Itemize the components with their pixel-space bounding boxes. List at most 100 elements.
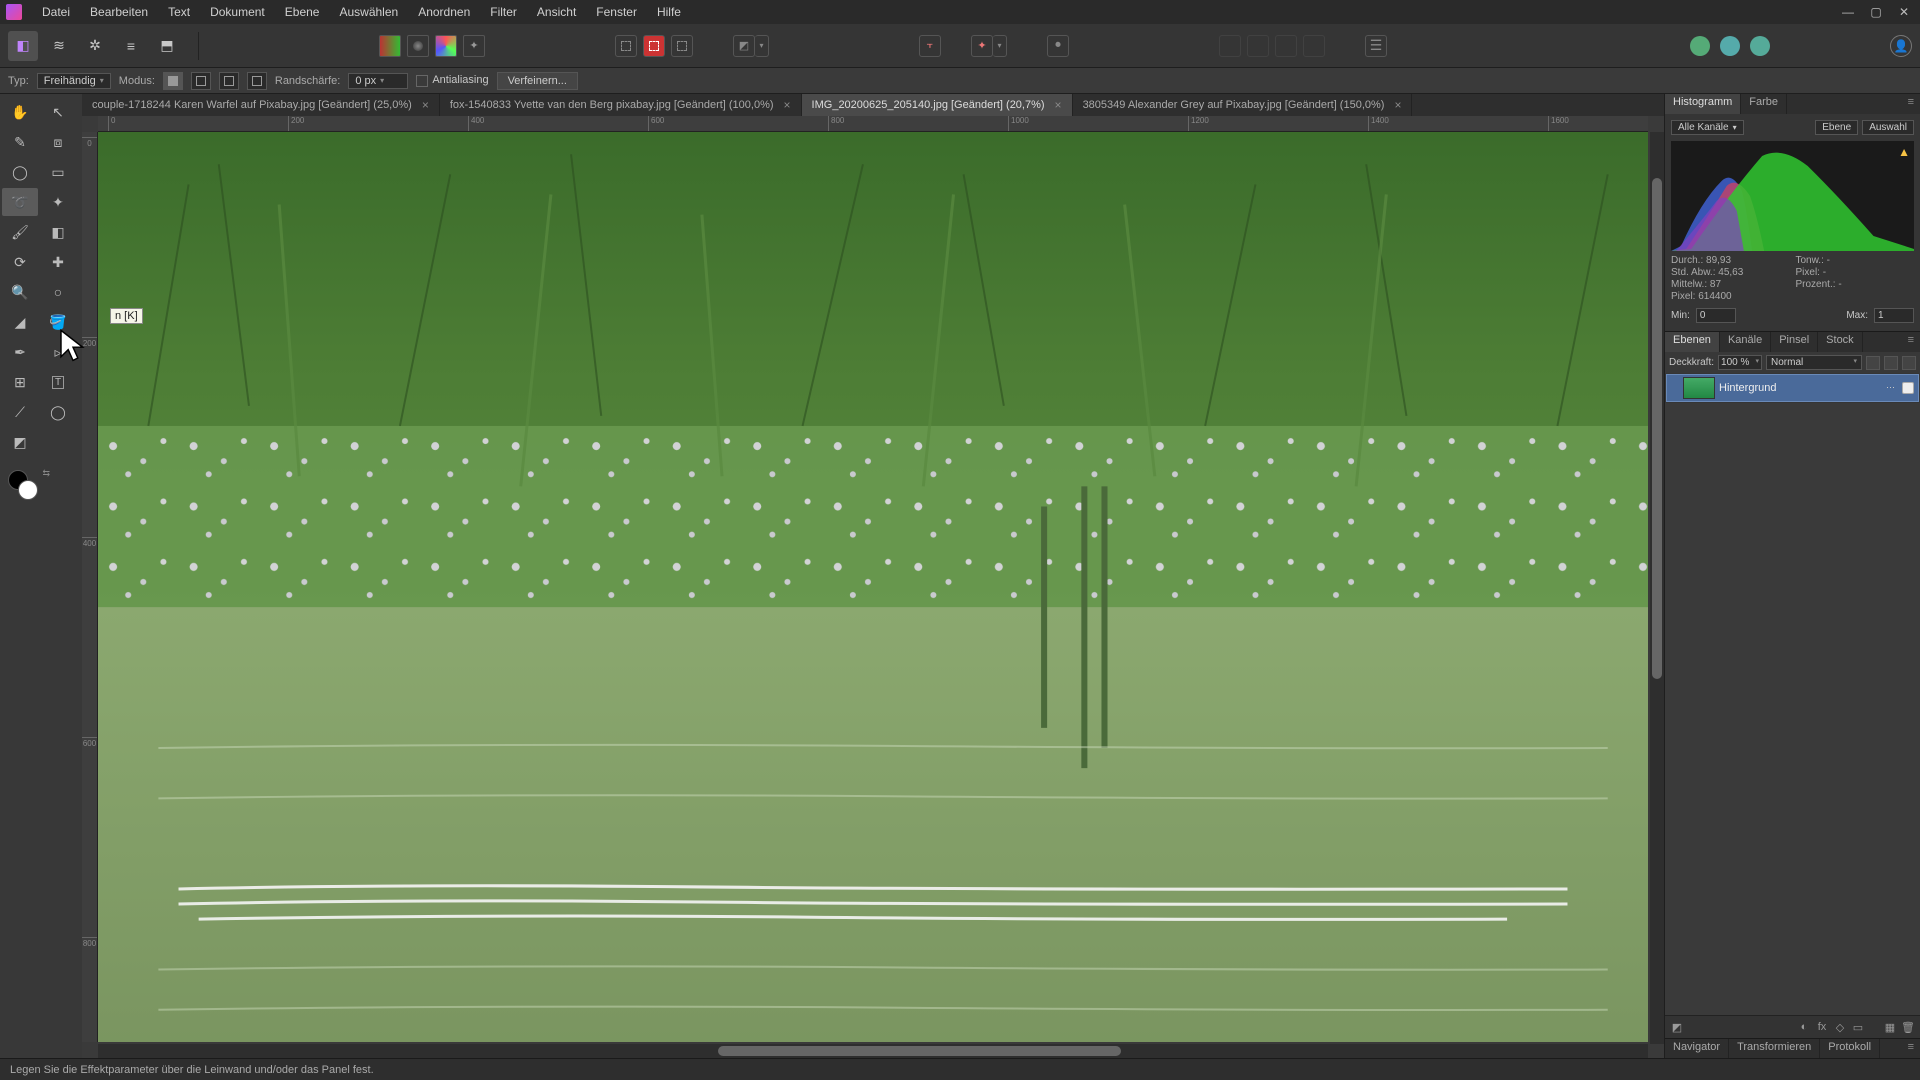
service-icon[interactable] [1750,36,1770,56]
clone-tool[interactable]: ⟳ [2,248,38,276]
blend-mode-dropdown[interactable]: Normal [1766,355,1862,370]
persona-tone-mapping[interactable]: ≡ [116,31,146,61]
swap-colors-icon[interactable]: ⇆ [42,468,50,479]
tab-transformieren[interactable]: Transformieren [1729,1039,1820,1058]
record-btn[interactable]: ⏺ [1047,35,1069,57]
assist-menu[interactable]: ▾ [993,35,1007,57]
refine-button[interactable]: Verfeinern... [497,72,578,90]
quick-mask-btn[interactable]: ◩ [733,35,755,57]
fill-tool[interactable]: 🪣 n [K] [40,308,76,336]
tab-kanaele[interactable]: Kanäle [1720,332,1771,352]
histo-auswahl-btn[interactable]: Auswahl [1862,120,1914,135]
background-swatch[interactable] [18,480,38,500]
histo-ebene-btn[interactable]: Ebene [1815,120,1858,135]
layer-row[interactable]: Hintergrund ⋯ [1666,374,1919,402]
min-input[interactable] [1696,308,1736,323]
mode-new-btn[interactable] [163,72,183,90]
menu-fenster[interactable]: Fenster [586,5,647,19]
menu-bearbeiten[interactable]: Bearbeiten [80,5,158,19]
hand-tool[interactable]: ✋ [2,98,38,126]
document-tab-2[interactable]: IMG_20200625_205140.jpg [Geändert] (20,7… [802,94,1073,116]
tab-navigator[interactable]: Navigator [1665,1039,1729,1058]
flood-select-tool[interactable]: ✦ [40,188,76,216]
document-tab-0[interactable]: couple-1718244 Karen Warfel auf Pixabay.… [82,94,440,116]
mode-subtract-btn[interactable] [219,72,239,90]
scrollbar-vertical[interactable] [1650,132,1664,1044]
layer-fx-btn[interactable] [1866,356,1880,370]
auto-levels-btn[interactable] [435,35,457,57]
menu-ebene[interactable]: Ebene [275,5,330,19]
node-tool[interactable]: ▹ [40,338,76,366]
move-tool[interactable]: ↖ [40,98,76,126]
scrollbar-horizontal[interactable] [98,1044,1648,1058]
snap-btn[interactable]: ⫟ [919,35,941,57]
crop-tool[interactable]: ⧈ [40,128,76,156]
max-input[interactable] [1874,308,1914,323]
tab-pinsel[interactable]: Pinsel [1771,332,1818,352]
color-picker-tool[interactable]: ✎ [2,128,38,156]
layer-visibility-checkbox[interactable] [1902,382,1914,394]
window-maximize[interactable]: ▢ [1866,4,1886,20]
menu-anordnen[interactable]: Anordnen [408,5,480,19]
menu-dokument[interactable]: Dokument [200,5,275,19]
close-icon[interactable]: × [1394,98,1401,112]
close-icon[interactable]: × [422,98,429,112]
persona-develop[interactable]: ✲ [80,31,110,61]
selection-brush-tool[interactable]: ◯ [2,158,38,186]
auto-white-balance-btn[interactable]: ✦ [463,35,485,57]
menu-text[interactable]: Text [158,5,200,19]
shape-tool[interactable]: ◯ [40,398,76,426]
delete-layer-icon[interactable]: 🗑 [1900,1019,1916,1035]
marquee-tool[interactable]: ▭ [40,158,76,186]
tab-histogramm[interactable]: Histogramm [1665,94,1741,114]
tab-farbe[interactable]: Farbe [1741,94,1787,114]
layer-cog-btn[interactable] [1884,356,1898,370]
cloud-icon[interactable] [1720,36,1740,56]
pen-tool[interactable]: ✒ [2,338,38,366]
quick-mask-menu[interactable]: ▾ [755,35,769,57]
auto-color-btn[interactable] [379,35,401,57]
menu-filter[interactable]: Filter [480,5,527,19]
persona-export[interactable]: ⬒ [152,31,182,61]
document-tab-3[interactable]: 3805349 Alexander Grey auf Pixabay.jpg [… [1073,94,1413,116]
color-swatches[interactable]: ⇆ [8,470,58,510]
dodge-tool[interactable]: ○ [40,278,76,306]
type-dropdown[interactable]: Freihändig [37,73,111,89]
persona-photo[interactable]: ◧ [8,31,38,61]
channel-dropdown[interactable]: Alle Kanäle [1671,120,1744,135]
group-icon[interactable]: ▭ [1850,1019,1866,1035]
paint-brush-tool[interactable]: 🖌 [2,218,38,246]
layer-link-icon[interactable]: ⋯ [1886,382,1898,394]
mode-add-btn[interactable] [191,72,211,90]
account-icon[interactable]: 👤 [1890,35,1912,57]
zoom-tool[interactable]: 🔍 [2,278,38,306]
persona-liquify[interactable]: ≋ [44,31,74,61]
move-forward-btn[interactable] [1275,35,1297,57]
selection-subtract-btn[interactable] [671,35,693,57]
close-icon[interactable]: × [1055,98,1062,112]
mask-icon[interactable]: ◩ [1669,1019,1685,1035]
perspective-tool[interactable]: ⟋ [2,398,38,426]
layer-lock-btn[interactable] [1902,356,1916,370]
mode-intersect-btn[interactable] [247,72,267,90]
panel-menu-icon[interactable]: ≡ [1902,1039,1920,1058]
panel-menu-icon[interactable]: ≡ [1902,332,1920,352]
selection-new-btn[interactable] [615,35,637,57]
panel-menu-icon[interactable]: ≡ [1902,94,1920,114]
move-front-btn[interactable] [1303,35,1325,57]
menu-ansicht[interactable]: Ansicht [527,5,586,19]
opacity-input[interactable]: 100 % [1718,355,1762,370]
menu-hilfe[interactable]: Hilfe [647,5,691,19]
tab-stock[interactable]: Stock [1818,332,1863,352]
window-close[interactable]: ✕ [1894,4,1914,20]
move-back-btn[interactable] [1219,35,1241,57]
quick-mask-tool[interactable]: ◩ [2,428,38,456]
text-tool[interactable]: T [40,368,76,396]
assist-btn[interactable]: ✦ [971,35,993,57]
menu-auswaehlen[interactable]: Auswählen [329,5,408,19]
auto-contrast-btn[interactable] [407,35,429,57]
close-icon[interactable]: × [784,98,791,112]
gradient-tool[interactable]: ◢ [2,308,38,336]
tab-ebenen[interactable]: Ebenen [1665,332,1720,352]
add-layer-icon[interactable]: ▦ [1882,1019,1898,1035]
